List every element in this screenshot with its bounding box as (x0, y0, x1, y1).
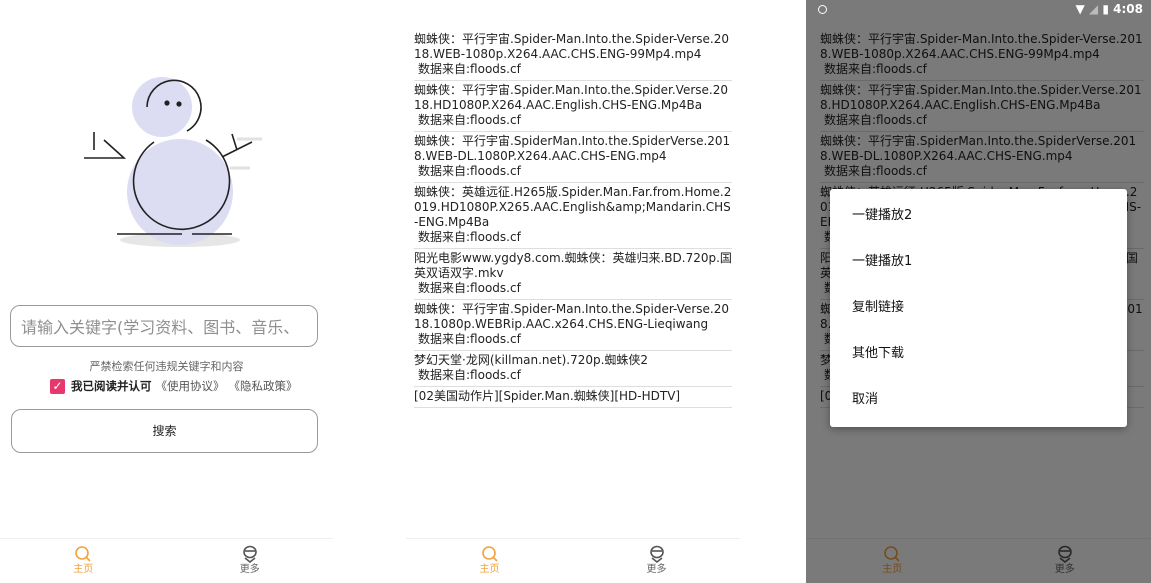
nav-more[interactable]: 更多 (167, 539, 334, 583)
result-item[interactable]: 梦幻天堂·龙网(killman.net).720p.蜘蛛侠2 数据来自:floo… (414, 351, 732, 387)
result-source: 数据来自:floods.cf (418, 230, 521, 244)
nav-more-label: 更多 (646, 564, 667, 575)
play-1-option[interactable]: 一键播放1 (830, 239, 1127, 285)
nav-more-label: 更多 (239, 564, 260, 575)
search-input[interactable]: 请输入关键字(学习资料、图书、音乐、 (10, 305, 318, 347)
result-source: 数据来自:floods.cf (418, 368, 521, 382)
warning-text: 严禁检索任何违规关键字和内容 (89, 360, 244, 373)
result-source: 数据来自:floods.cf (418, 281, 521, 295)
battery-icon: ▮ (1102, 2, 1109, 16)
result-item[interactable]: [02美国动作片][Spider.Man.蜘蛛侠][HD-HDTV] (414, 387, 732, 408)
result-item[interactable]: 蜘蛛侠：平行宇宙.Spider-Man.Into.the.Spider-Vers… (414, 300, 732, 351)
nav-home-label: 主页 (73, 564, 94, 575)
results-screen: 蜘蛛侠：平行宇宙.Spider-Man.Into.the.Spider-Vers… (406, 0, 740, 583)
wifi-icon: ▼ (1075, 2, 1085, 16)
status-bar: ▼ ◢ ▮ 4:08 (806, 0, 1151, 20)
play-2-option[interactable]: 一键播放2 (830, 193, 1127, 239)
search-icon (75, 546, 91, 562)
result-title: 梦幻天堂·龙网(killman.net).720p.蜘蛛侠2 (414, 353, 649, 367)
cancel-option[interactable]: 取消 (830, 377, 1127, 423)
result-title: 蜘蛛侠：平行宇宙.Spider.Man.Into.the.Spider.Vers… (414, 83, 728, 112)
signal-icon: ◢ (1088, 2, 1099, 16)
agree-label: 我已阅读并认可 (71, 379, 152, 393)
snowman-illustration (84, 77, 262, 247)
notification-icon (818, 5, 827, 14)
result-source: 数据来自:floods.cf (418, 332, 521, 346)
result-title: 蜘蛛侠：英雄远征.H265版.Spider.Man.Far.from.Home.… (414, 185, 732, 229)
nav-home[interactable]: 主页 (0, 539, 167, 583)
result-source: 数据来自:floods.cf (418, 113, 521, 127)
result-item[interactable]: 蜘蛛侠：英雄远征.H265版.Spider.Man.Far.from.Home.… (414, 183, 732, 249)
status-time: 4:08 (1113, 2, 1143, 16)
privacy-link[interactable]: 《隐私政策》 (229, 378, 298, 394)
mascot-icon (242, 545, 257, 563)
terms-link[interactable]: 《使用协议》 (156, 378, 225, 394)
search-placeholder: 请输入关键字(学习资料、图书、音乐、 (21, 318, 300, 337)
nav-home-label: 主页 (479, 564, 500, 575)
result-title: [02美国动作片][Spider.Man.蜘蛛侠][HD-HDTV] (414, 389, 681, 403)
result-item[interactable]: 蜘蛛侠：平行宇宙.Spider.Man.Into.the.Spider.Vers… (414, 81, 732, 132)
result-source: 数据来自:floods.cf (418, 62, 521, 76)
copy-link-option[interactable]: 复制链接 (830, 285, 1127, 331)
other-download-option[interactable]: 其他下载 (830, 331, 1127, 377)
result-item[interactable]: 蜘蛛侠：平行宇宙.Spider-Man.Into.the.Spider-Vers… (414, 30, 732, 81)
search-button[interactable]: 搜索 (11, 409, 318, 453)
result-item[interactable]: 阳光电影www.ygdy8.com.蜘蛛侠：英雄归来.BD.720p.国英双语双… (414, 249, 732, 300)
bottom-nav: 主页 更多 (406, 538, 740, 583)
nav-home[interactable]: 主页 (406, 539, 573, 583)
mascot-icon (649, 545, 664, 563)
result-title: 蜘蛛侠：平行宇宙.Spider-Man.Into.the.Spider-Vers… (414, 302, 729, 331)
result-list: 蜘蛛侠：平行宇宙.Spider-Man.Into.the.Spider-Vers… (414, 30, 732, 408)
search-screen: 请输入关键字(学习资料、图书、音乐、 严禁检索任何违规关键字和内容 ✓ 我已阅读… (0, 0, 333, 583)
result-source: 数据来自:floods.cf (418, 164, 521, 178)
result-title: 阳光电影www.ygdy8.com.蜘蛛侠：英雄归来.BD.720p.国英双语双… (414, 251, 732, 280)
nav-more[interactable]: 更多 (573, 539, 740, 583)
action-dialog: 一键播放2 一键播放1 复制链接 其他下载 取消 (830, 189, 1127, 427)
bottom-nav: 主页 更多 (0, 538, 333, 583)
result-item[interactable]: 蜘蛛侠：平行宇宙.SpiderMan.Into.the.SpiderVerse.… (414, 132, 732, 183)
result-title: 蜘蛛侠：平行宇宙.Spider-Man.Into.the.Spider-Vers… (414, 32, 729, 61)
result-title: 蜘蛛侠：平行宇宙.SpiderMan.Into.the.SpiderVerse.… (414, 134, 731, 163)
search-icon (481, 546, 498, 562)
agreement-row: ✓ 我已阅读并认可 《使用协议》 《隐私政策》 (50, 378, 298, 394)
results-dialog-screen: 蜘蛛侠：平行宇宙.Spider-Man.Into.the.Spider-Vers… (806, 0, 1151, 583)
status-icons: ▼ ◢ ▮ 4:08 (1076, 2, 1144, 16)
agree-checkbox[interactable]: ✓ (50, 378, 65, 394)
